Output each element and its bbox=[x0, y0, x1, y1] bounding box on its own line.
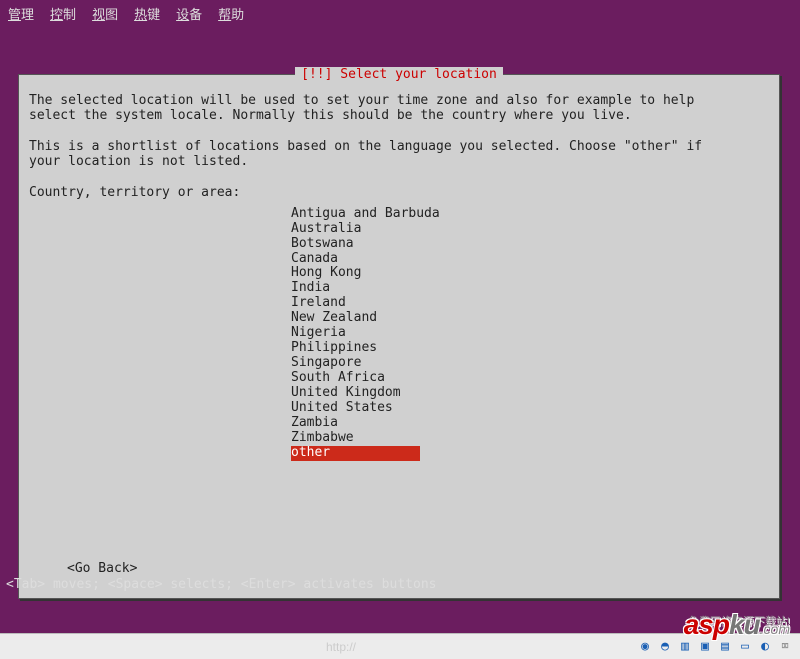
location-item[interactable]: Antigua and Barbuda bbox=[291, 207, 779, 222]
location-item[interactable]: Philippines bbox=[291, 341, 779, 356]
menu-control[interactable]: 控制 bbox=[50, 4, 76, 20]
keyboard-hint: <Tab> moves; <Space> selects; <Enter> ac… bbox=[6, 577, 436, 592]
dialog-title: [!!] Select your location bbox=[295, 67, 503, 82]
menu-hotkeys[interactable]: 热键 bbox=[134, 4, 160, 20]
shared-icon[interactable]: ▤ bbox=[716, 638, 734, 656]
location-item[interactable]: Canada bbox=[291, 252, 779, 267]
location-item[interactable]: Zambia bbox=[291, 416, 779, 431]
vm-menubar: 管理 控制 视图 热键 设备 帮助 bbox=[0, 0, 800, 24]
faded-url: http:// bbox=[326, 640, 356, 654]
location-item[interactable]: Zimbabwe bbox=[291, 431, 779, 446]
menu-view[interactable]: 视图 bbox=[92, 4, 118, 20]
location-item[interactable]: other bbox=[291, 446, 420, 461]
network-icon[interactable]: ▥ bbox=[676, 638, 694, 656]
location-item[interactable]: India bbox=[291, 281, 779, 296]
location-item[interactable]: United States bbox=[291, 401, 779, 416]
dialog-para1: The selected location will be used to se… bbox=[19, 90, 779, 124]
menu-devices[interactable]: 设备 bbox=[176, 4, 202, 20]
disk-icon[interactable]: ◉ bbox=[636, 638, 654, 656]
location-item[interactable]: Australia bbox=[291, 222, 779, 237]
location-item[interactable]: Nigeria bbox=[291, 326, 779, 341]
capture-icon[interactable]: ⌧ bbox=[776, 638, 794, 656]
mouse-icon[interactable]: ◐ bbox=[756, 638, 774, 656]
usb-icon[interactable]: ▣ bbox=[696, 638, 714, 656]
vm-statusbar: http:// ◉ ◓ ▥ ▣ ▤ ▭ ◐ ⌧ bbox=[0, 633, 800, 659]
location-item[interactable]: Hong Kong bbox=[291, 266, 779, 281]
dialog-box: [!!] Select your location The selected l… bbox=[18, 74, 780, 599]
go-back-button[interactable]: <Go Back> bbox=[67, 561, 137, 576]
menu-manage[interactable]: 管理 bbox=[8, 4, 34, 20]
menu-help[interactable]: 帮助 bbox=[218, 4, 244, 20]
dialog-prompt: Country, territory or area: bbox=[19, 182, 779, 201]
optical-icon[interactable]: ◓ bbox=[656, 638, 674, 656]
location-item[interactable]: South Africa bbox=[291, 371, 779, 386]
display-icon[interactable]: ▭ bbox=[736, 638, 754, 656]
location-list[interactable]: Antigua and BarbudaAustraliaBotswanaCana… bbox=[19, 201, 779, 461]
installer-screen: [!!] Select your location The selected l… bbox=[0, 24, 800, 624]
location-item[interactable]: Ireland bbox=[291, 296, 779, 311]
dialog-para2: This is a shortlist of locations based o… bbox=[19, 136, 779, 170]
location-item[interactable]: New Zealand bbox=[291, 311, 779, 326]
location-item[interactable]: Botswana bbox=[291, 237, 779, 252]
location-item[interactable]: Singapore bbox=[291, 356, 779, 371]
location-item[interactable]: United Kingdom bbox=[291, 386, 779, 401]
